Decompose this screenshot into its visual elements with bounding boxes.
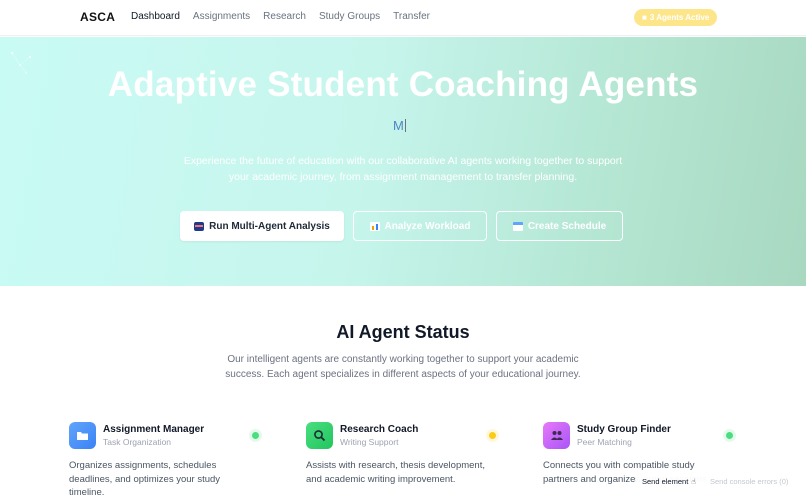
analyze-workload-label: Analyze Workload [384, 220, 471, 232]
agent-description: Assists with research, thesis developmen… [306, 460, 485, 485]
robot-icon [194, 221, 205, 231]
create-schedule-label: Create Schedule [527, 220, 607, 232]
run-multi-agent-analysis-button[interactable]: Run Multi-Agent Analysis [180, 211, 344, 241]
hero-subtitle: Experience the future of education with … [183, 155, 623, 183]
nav-link-transfer[interactable]: Transfer [393, 11, 430, 22]
agent-role: Peer Matching [577, 437, 632, 447]
folder-icon [69, 422, 96, 449]
agent-description: Organizes assignments, schedules deadlin… [69, 460, 221, 495]
analyze-workload-button[interactable]: Analyze Workload [353, 211, 487, 241]
agents-active-badge: ■ 3 Agents Active [634, 9, 718, 26]
top-navbar: ASCA Dashboard Assignments Research Stud… [0, 0, 806, 36]
agent-name: Assignment Manager [103, 424, 205, 435]
agent-name: Research Coach [340, 424, 419, 435]
calendar-icon [512, 221, 523, 231]
robot-icon: ■ [642, 13, 647, 22]
send-console-errors-button[interactable]: Send console errors (0) [710, 477, 788, 486]
people-icon [543, 422, 570, 449]
chart-icon [369, 221, 380, 231]
agent-role: Task Organization [103, 437, 172, 447]
run-analysis-label: Run Multi-Agent Analysis [209, 220, 330, 232]
send-element-label: Send element [642, 477, 689, 486]
status-indicator [489, 432, 496, 439]
nav-link-assignments[interactable]: Assignments [193, 11, 250, 22]
agent-card-research-coach[interactable]: Research Coach Writing Support Assists w… [306, 421, 506, 495]
hero-title: Adaptive Student Coaching Agents [107, 65, 699, 104]
typed-text-value: M [393, 118, 404, 133]
text-caret [404, 119, 406, 132]
status-indicator [726, 432, 733, 439]
app-logo[interactable]: ASCA [80, 10, 115, 24]
agent-name: Study Group Finder [577, 424, 671, 435]
typed-text: M [393, 118, 406, 133]
console-toolbar: Send element ☝ Send console errors (0) [636, 471, 806, 495]
agents-active-label: 3 Agents Active [649, 13, 710, 22]
agent-role: Writing Support [340, 437, 399, 447]
nav-link-dashboard[interactable]: Dashboard [131, 11, 180, 22]
section-title: AI Agent Status [336, 322, 470, 342]
nav-link-research[interactable]: Research [263, 11, 306, 22]
nav-links: Dashboard Assignments Research Study Gro… [131, 11, 430, 22]
section-description: Our intelligent agents are constantly wo… [225, 354, 581, 380]
search-icon [306, 422, 333, 449]
hero-section: Adaptive Student Coaching Agents M Exper… [0, 37, 806, 286]
send-element-button[interactable]: Send element ☝ [642, 477, 696, 486]
agent-card-assignment-manager[interactable]: Assignment Manager Task Organization Org… [69, 421, 269, 495]
pointer-icon: ☝ [691, 477, 696, 486]
status-indicator [252, 432, 259, 439]
nav-link-study-groups[interactable]: Study Groups [319, 11, 380, 22]
create-schedule-button[interactable]: Create Schedule [496, 211, 623, 241]
